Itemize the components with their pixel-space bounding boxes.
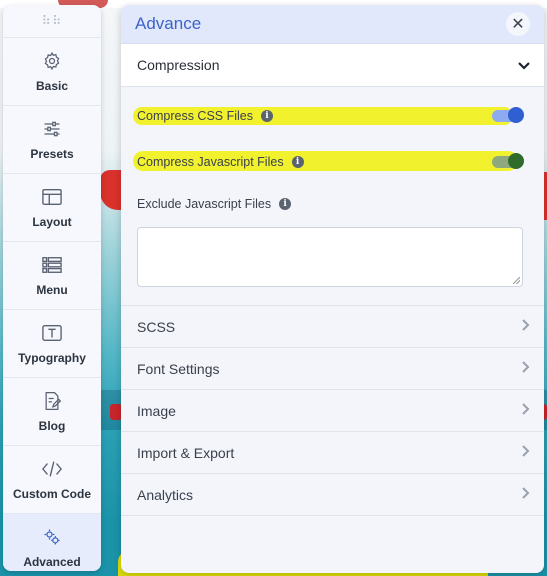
close-button[interactable]: ✕ <box>506 12 530 36</box>
compress-js-row: Compress Javascript Files i <box>133 149 528 175</box>
section-font-settings[interactable]: Font Settings <box>121 348 544 390</box>
section-image[interactable]: Image <box>121 390 544 432</box>
section-label: Font Settings <box>137 360 220 377</box>
drag-handle-icon[interactable]: ⠷⠷ <box>3 5 101 37</box>
info-icon[interactable]: i <box>261 110 273 122</box>
sliders-icon <box>41 118 63 140</box>
section-label: Import & Export <box>137 444 235 461</box>
gear-icon <box>41 50 63 72</box>
exclude-js-row: Exclude Javascript Files i <box>137 191 528 217</box>
label-text: Compress CSS Files <box>137 109 253 123</box>
panel-header: Advance ✕ <box>121 5 544 44</box>
section-analytics[interactable]: Analytics <box>121 474 544 516</box>
advance-panel: Advance ✕ Compression Compress CSS Files… <box>121 5 544 573</box>
resize-handle-icon[interactable] <box>513 277 520 284</box>
info-icon[interactable]: i <box>291 156 304 168</box>
sidebar-item-presets[interactable]: Presets <box>3 105 101 173</box>
sidebar-item-label: Typography <box>18 351 86 365</box>
close-icon: ✕ <box>511 16 525 33</box>
label-text: Exclude Javascript Files <box>137 197 272 211</box>
compress-css-label: Compress CSS Files i <box>137 109 273 123</box>
chevron-right-icon <box>522 319 530 334</box>
chevron-right-icon <box>522 403 530 418</box>
sidebar-item-typography[interactable]: Typography <box>3 309 101 377</box>
sidebar-item-label: Presets <box>30 147 74 161</box>
typography-icon <box>41 322 63 344</box>
info-icon[interactable]: i <box>279 198 292 210</box>
chevron-right-icon <box>522 361 530 376</box>
sidebar-item-blog[interactable]: Blog <box>3 377 101 445</box>
toggle-knob <box>508 153 524 169</box>
compress-css-row: Compress CSS Files i <box>133 103 528 129</box>
sidebar-item-label: Layout <box>32 215 72 229</box>
settings-sidebar: ⠷⠷ Basic Presets Layout Menu Typography <box>3 5 101 571</box>
exclude-js-label: Exclude Javascript Files i <box>137 197 292 211</box>
compress-js-toggle[interactable] <box>492 153 524 169</box>
exclude-js-textarea[interactable] <box>137 227 523 287</box>
sidebar-item-advanced[interactable]: Advanced <box>3 513 101 571</box>
section-scss[interactable]: SCSS <box>121 306 544 348</box>
toggle-knob <box>508 107 524 123</box>
section-label: Image <box>137 402 176 419</box>
compression-section-body: Compress CSS Files i Compress Javascript… <box>121 87 544 306</box>
chevron-down-icon <box>518 57 530 73</box>
sidebar-item-label: Custom Code <box>13 487 91 501</box>
sidebar-item-label: Basic <box>35 79 69 93</box>
sidebar-item-label: Blog <box>38 419 66 433</box>
compress-css-toggle[interactable] <box>492 107 524 123</box>
compression-section-header[interactable]: Compression <box>121 44 544 87</box>
code-icon <box>41 458 63 480</box>
sidebar-item-custom-code[interactable]: Custom Code <box>3 445 101 513</box>
blog-icon <box>41 390 63 412</box>
section-label: SCSS <box>137 318 176 335</box>
layout-icon <box>41 186 63 208</box>
label-text: Compress Javascript Files <box>137 155 284 169</box>
chevron-right-icon <box>522 487 530 502</box>
panel-title: Advance <box>135 14 202 33</box>
sidebar-item-basic[interactable]: Basic <box>3 37 101 105</box>
menu-icon <box>41 254 63 276</box>
sidebar-item-menu[interactable]: Menu <box>3 241 101 309</box>
sidebar-item-label: Advanced <box>23 555 81 569</box>
section-title: Compression <box>137 57 220 73</box>
chevron-right-icon <box>522 445 530 460</box>
sidebar-item-label: Menu <box>36 283 68 297</box>
section-label: Analytics <box>137 486 194 503</box>
sidebar-item-layout[interactable]: Layout <box>3 173 101 241</box>
compress-js-label: Compress Javascript Files i <box>137 155 304 169</box>
section-import-export[interactable]: Import & Export <box>121 432 544 474</box>
advanced-icon <box>41 526 63 548</box>
